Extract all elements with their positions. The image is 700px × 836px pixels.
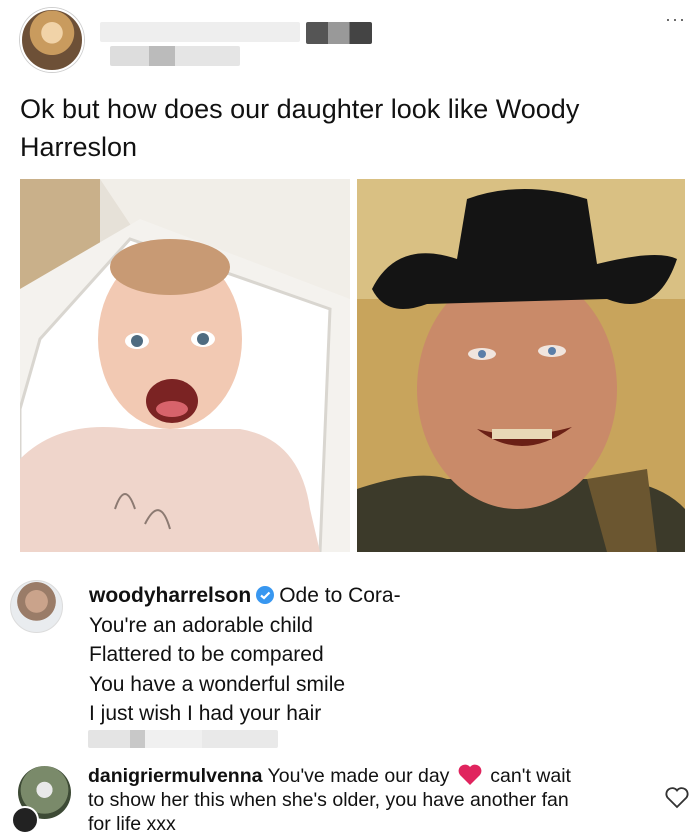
dani-comment-text-2: can't wait	[490, 765, 571, 787]
social-post: ··· Ok but how does our daughter look li…	[0, 0, 700, 835]
poster-avatar[interactable]	[20, 8, 84, 72]
woody-avatar[interactable]	[10, 580, 63, 633]
caption-line-1: Ok but how does our daughter look like W…	[20, 94, 580, 124]
baby-photo[interactable]	[20, 179, 350, 552]
verified-badge-icon	[255, 584, 275, 604]
woody-comment: woodyharrelson Ode to Cora- You're an ado…	[89, 581, 649, 729]
woody-comment-line-3: Flattered to be compared	[89, 643, 324, 666]
caption-line-2: Harreslon	[20, 132, 138, 162]
dani-comment-line-3: for life xxx	[88, 813, 176, 835]
username-woodyharrelson[interactable]: woodyharrelson	[89, 584, 251, 607]
reply-user-badge-icon	[11, 806, 39, 834]
heart-emoji-icon	[457, 763, 483, 787]
username-danigriermulvenna[interactable]: danigriermulvenna	[88, 765, 262, 787]
dani-comment-text-1: You've made our day	[267, 765, 450, 787]
redacted-username	[100, 22, 300, 42]
redacted-comment-meta	[88, 730, 278, 748]
dani-comment-line-1: danigriermulvenna You've made our day ca…	[88, 763, 648, 788]
woody-comment-line-5: I just wish I had your hair	[89, 702, 322, 725]
baby-photo-illustration	[20, 179, 350, 552]
post-caption: Ok but how does our daughter look like W…	[20, 90, 670, 166]
heart-outline-icon[interactable]	[664, 786, 690, 810]
cowboy-photo-illustration	[357, 179, 685, 552]
woody-comment-line-2: You're an adorable child	[89, 613, 313, 637]
woody-comment-text-1: Ode to Cora-	[279, 584, 401, 607]
more-options-icon[interactable]: ···	[665, 10, 686, 28]
dani-comment-line-2: to show her this when she's older, you h…	[88, 789, 569, 811]
redacted-name-block	[306, 22, 372, 44]
woody-comment-line-4: You have a wonderful smile	[89, 672, 346, 696]
woody-comment-line-1: woodyharrelson Ode to Cora-	[89, 581, 649, 611]
redacted-subtitle	[110, 46, 240, 66]
dani-comment: danigriermulvenna You've made our day ca…	[88, 763, 648, 836]
cowboy-photo[interactable]	[357, 179, 685, 552]
